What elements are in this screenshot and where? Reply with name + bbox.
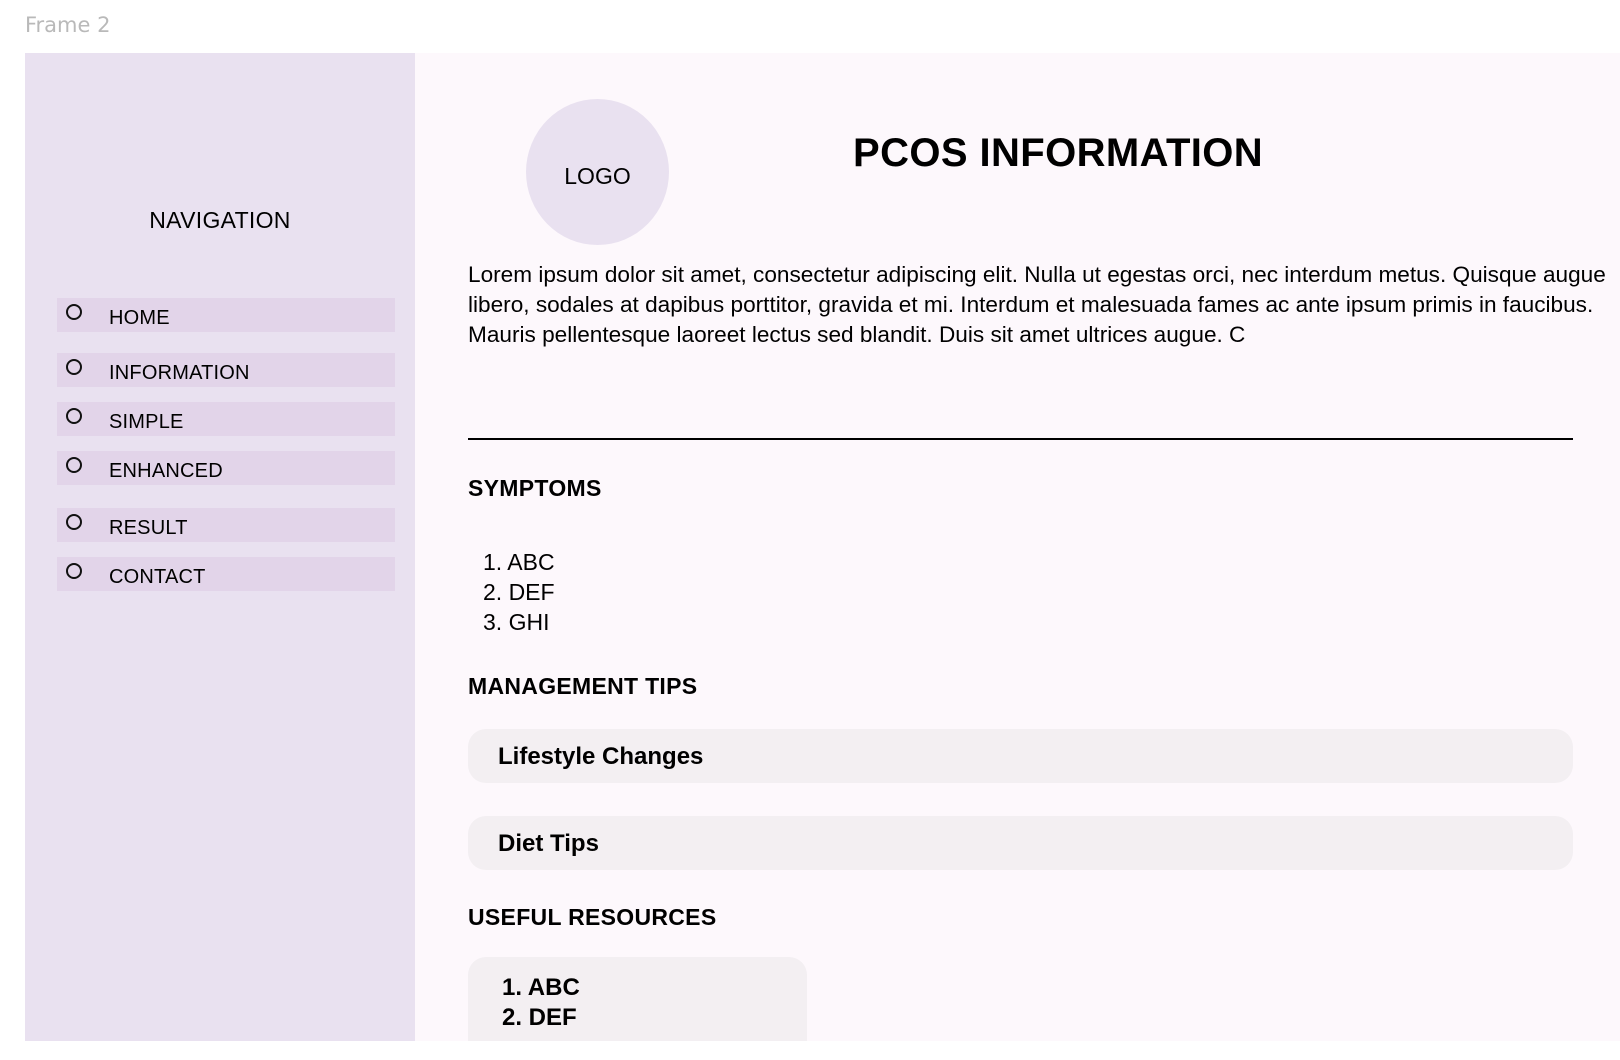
list-item: 2. DEF (483, 579, 555, 605)
radio-icon[interactable] (66, 304, 82, 320)
intro-paragraph: Lorem ipsum dolor sit amet, consectetur … (468, 262, 1606, 347)
logo-text: LOGO (564, 162, 631, 189)
radio-icon[interactable] (66, 563, 82, 579)
sidebar-item-enhanced[interactable]: ENHANCED (57, 451, 395, 485)
sidebar-item-simple[interactable]: SIMPLE (57, 402, 395, 436)
divider (468, 438, 1573, 440)
navigation-heading: NAVIGATION (149, 207, 291, 233)
section-label: Diet Tips (498, 830, 599, 857)
sidebar-item-label: ENHANCED (109, 460, 223, 482)
symptoms-list: 1. ABC 2. DEF 3. GHI (483, 547, 555, 637)
radio-icon[interactable] (66, 457, 82, 473)
sidebar-item-label: RESULT (109, 517, 188, 539)
sidebar-navigation: NAVIGATION HOME INFORMATION SIMPLE ENHAN… (25, 53, 415, 1041)
sidebar-item-result[interactable]: RESULT (57, 508, 395, 542)
main-content: LOGO PCOS INFORMATION Lorem ipsum dolor … (415, 53, 1620, 1041)
page-frame: NAVIGATION HOME INFORMATION SIMPLE ENHAN… (25, 53, 1620, 1041)
symptoms-heading: SYMPTOMS (468, 475, 602, 501)
sidebar-item-label: INFORMATION (109, 362, 250, 384)
lifestyle-changes-section[interactable]: Lifestyle Changes (468, 729, 1573, 783)
frame-label: Frame 2 (25, 13, 111, 37)
sidebar-item-label: SIMPLE (109, 411, 184, 433)
resources-list: 1. ABC 2. DEF (502, 973, 580, 1033)
sidebar-item-label: CONTACT (109, 566, 206, 588)
list-item[interactable]: 1. ABC (502, 973, 580, 1003)
list-item: 1. ABC (483, 549, 555, 575)
radio-icon[interactable] (66, 514, 82, 530)
useful-resources-heading: USEFUL RESOURCES (468, 904, 717, 930)
sidebar-item-home[interactable]: HOME (57, 298, 395, 332)
section-label: Lifestyle Changes (498, 743, 704, 770)
management-tips-heading: MANAGEMENT TIPS (468, 673, 698, 699)
list-item: 3. GHI (483, 609, 550, 635)
radio-icon[interactable] (66, 408, 82, 424)
logo: LOGO (526, 99, 669, 245)
list-item[interactable]: 2. DEF (502, 1003, 580, 1033)
radio-icon[interactable] (66, 359, 82, 375)
sidebar-item-information[interactable]: INFORMATION (57, 353, 395, 387)
sidebar-item-contact[interactable]: CONTACT (57, 557, 395, 591)
diet-tips-section[interactable]: Diet Tips (468, 816, 1573, 870)
sidebar-item-label: HOME (109, 307, 170, 329)
page-title: PCOS INFORMATION (853, 131, 1264, 175)
resources-card: 1. ABC 2. DEF (468, 957, 807, 1041)
